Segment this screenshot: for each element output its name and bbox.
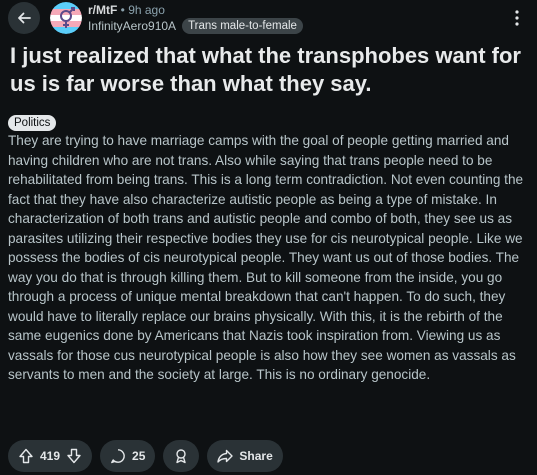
award-button[interactable] bbox=[163, 440, 200, 472]
post-header: r/MtF • 9h ago InfinityAero910A Trans ma… bbox=[0, 0, 537, 38]
post-title: I just realized that what the transphobe… bbox=[10, 43, 521, 96]
subreddit-line: r/MtF • 9h ago bbox=[88, 3, 165, 17]
post-time: • 9h ago bbox=[117, 3, 165, 17]
vote-button: 419 bbox=[8, 440, 93, 472]
comment-count: 25 bbox=[132, 449, 146, 463]
user-line: InfinityAero910A Trans male-to-female bbox=[88, 18, 303, 34]
back-button[interactable] bbox=[8, 2, 40, 34]
comment-bubble-icon bbox=[110, 448, 126, 464]
award-icon bbox=[173, 448, 189, 464]
arrow-left-icon bbox=[16, 10, 32, 26]
action-bar: 419 25 Share bbox=[8, 440, 283, 472]
post-flair[interactable]: Politics bbox=[8, 115, 57, 131]
share-arrow-icon bbox=[217, 448, 234, 464]
arrow-down-icon[interactable] bbox=[66, 448, 82, 464]
comments-button[interactable]: 25 bbox=[100, 440, 156, 472]
more-options-button[interactable] bbox=[507, 8, 527, 28]
more-vertical-icon bbox=[515, 10, 519, 26]
vote-count: 419 bbox=[40, 449, 61, 463]
post-body: They are trying to have marriage camps w… bbox=[8, 133, 524, 382]
share-label: Share bbox=[239, 449, 273, 463]
subreddit-avatar[interactable] bbox=[50, 2, 82, 34]
subreddit-name[interactable]: r/MtF bbox=[88, 3, 117, 17]
user-flair: Trans male-to-female bbox=[182, 18, 303, 34]
arrow-up-icon[interactable] bbox=[18, 448, 34, 464]
share-button[interactable]: Share bbox=[207, 440, 283, 472]
username[interactable]: InfinityAero910A bbox=[88, 19, 176, 33]
